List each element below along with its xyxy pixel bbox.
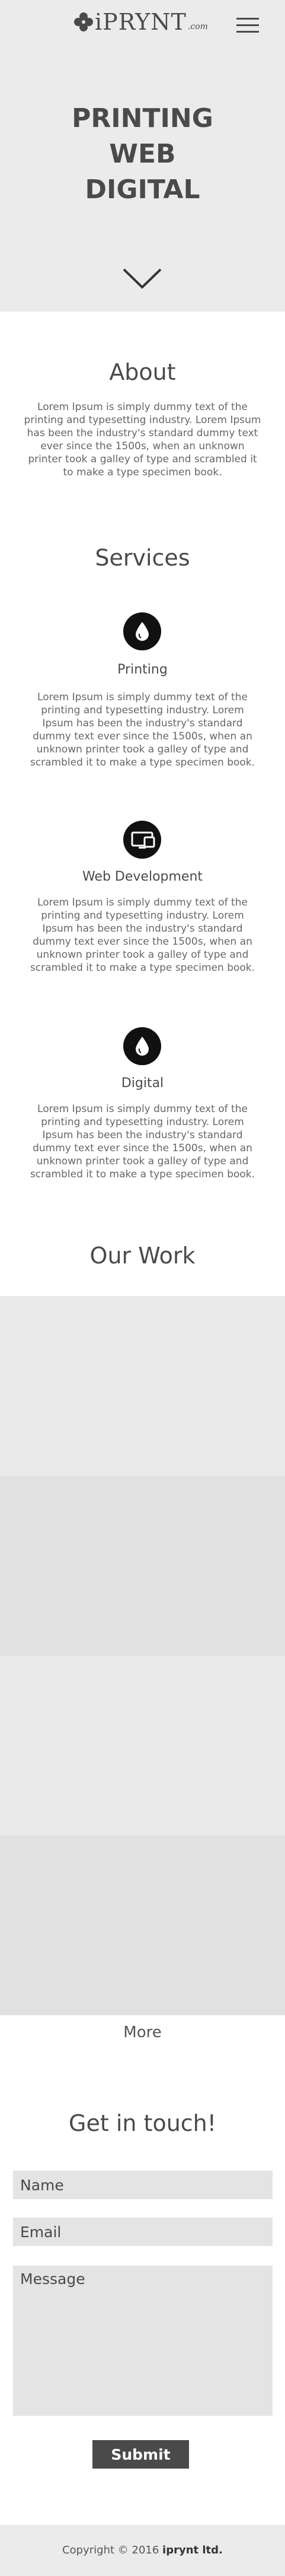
logo-text: iPRYNT <box>95 9 187 35</box>
hero-title-line: DIGITAL <box>85 174 200 205</box>
service-text-digital: Lorem Ipsum is simply dummy text of the … <box>30 1103 255 1180</box>
devices-icon <box>123 821 161 859</box>
footer: Copyright © 2016 iprynt ltd. <box>0 2525 285 2576</box>
work-tile[interactable] <box>0 1656 285 1835</box>
company-name: iprynt ltd. <box>162 2544 223 2556</box>
submit-button[interactable]: Submit <box>92 2440 189 2469</box>
ink-drop-icon <box>123 1027 161 1065</box>
hero-title-line: WEB <box>109 139 176 169</box>
work-tile[interactable] <box>0 1296 285 1476</box>
logo-suffix: .com <box>187 22 208 31</box>
service-name-web-development: Web Development <box>82 869 203 884</box>
hero-section: iPRYNT .com PRINTING WEB DIGITAL <box>0 0 285 312</box>
service-text-web-development: Lorem Ipsum is simply dummy text of the … <box>30 897 255 974</box>
menu-bar <box>236 24 259 26</box>
service-name-printing: Printing <box>117 662 168 677</box>
hamburger-menu-icon[interactable] <box>236 18 259 33</box>
service-name-digital: Digital <box>121 1076 164 1091</box>
work-tile[interactable] <box>0 1835 285 2015</box>
menu-bar <box>236 18 259 20</box>
contact-title: Get in touch! <box>69 2110 216 2136</box>
message-field[interactable] <box>13 2266 273 2416</box>
logo-clover-icon <box>74 12 93 31</box>
our-work-title: Our Work <box>89 1243 196 1269</box>
copyright-prefix: Copyright © 2016 <box>62 2544 163 2556</box>
services-title: Services <box>95 545 190 571</box>
hero-title-line: PRINTING <box>72 103 213 134</box>
copyright-text: Copyright © 2016 iprynt ltd. <box>0 2544 285 2556</box>
ink-drop-icon <box>123 612 161 650</box>
more-work-link[interactable]: More <box>0 2024 285 2041</box>
about-title: About <box>109 359 176 385</box>
chevron-down-icon[interactable] <box>121 267 163 291</box>
email-field[interactable] <box>13 2218 273 2246</box>
work-tile[interactable] <box>0 1476 285 1656</box>
hero-title: PRINTING WEB DIGITAL <box>0 101 285 208</box>
menu-bar <box>236 31 259 33</box>
service-text-printing: Lorem Ipsum is simply dummy text of the … <box>30 691 255 768</box>
about-text: Lorem Ipsum is simply dummy text of the … <box>24 401 261 478</box>
name-field[interactable] <box>13 2171 273 2199</box>
site-logo[interactable]: iPRYNT .com <box>73 11 208 33</box>
